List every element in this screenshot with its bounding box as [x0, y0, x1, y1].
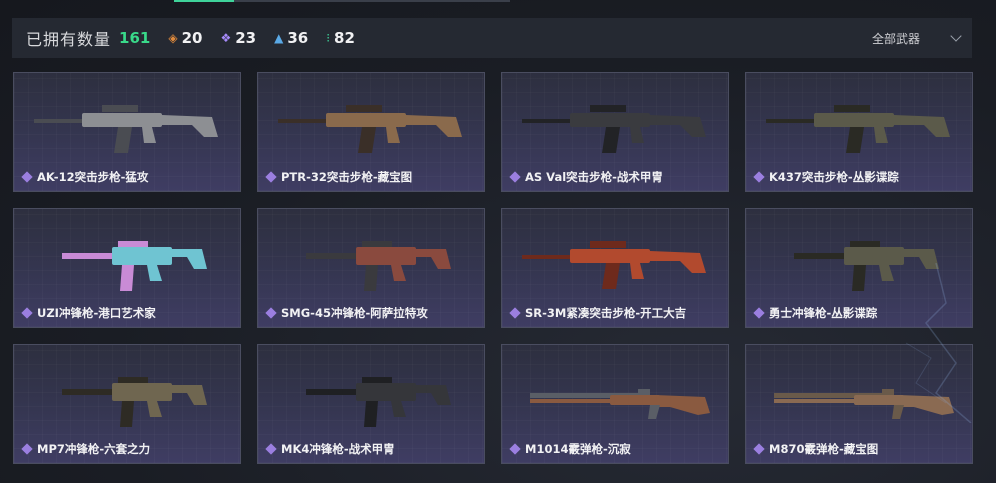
- weapon-label: AS Val突击步枪-战术甲冑: [508, 169, 663, 185]
- weapon-image: [510, 83, 720, 163]
- weapon-name: M1014霰弹枪-沉寂: [525, 442, 631, 456]
- weapon-name: K437突击步枪-丛影谍踪: [769, 170, 899, 184]
- weapon-card[interactable]: PTR-32突击步枪-藏宝图: [257, 72, 485, 192]
- purple-rarity-icon: [21, 307, 33, 319]
- weapon-name: SMG-45冲锋枪-阿萨拉特攻: [281, 306, 428, 320]
- purple-rarity-icon: [753, 171, 765, 183]
- weapon-label: UZI冲锋枪-港口艺术家: [20, 305, 156, 321]
- weapon-collection-page: 已拥有数量 161 ◈ 20 ❖ 23 ▲ 36 ⁝ 82 全部武器 AK-12突击步枪-猛攻…: [0, 0, 996, 483]
- rarity-stat: ◈ 20: [168, 29, 202, 47]
- weapon-image: [510, 355, 720, 435]
- weapon-name: 勇士冲锋枪-丛影谍踪: [769, 306, 878, 320]
- weapon-card[interactable]: MK4冲锋枪-战术甲冑: [257, 344, 485, 464]
- purple-rarity-icon: [509, 171, 521, 183]
- weapon-label: AK-12突击步枪-猛攻: [20, 169, 148, 185]
- purple-rarity-icon: [265, 443, 277, 455]
- weapon-image: [510, 219, 720, 299]
- blue-rarity-icon: ▲: [274, 31, 284, 45]
- weapon-image: [22, 219, 232, 299]
- weapon-card[interactable]: K437突击步枪-丛影谍踪: [745, 72, 973, 192]
- chevron-down-icon: [950, 30, 962, 42]
- purple-rarity-icon: [509, 307, 521, 319]
- weapon-label: 勇士冲锋枪-丛影谍踪: [752, 305, 877, 321]
- weapon-filter-dropdown[interactable]: 全部武器: [871, 18, 962, 58]
- weapon-card[interactable]: M1014霰弹枪-沉寂: [501, 344, 729, 464]
- weapon-name: M870霰弹枪-藏宝图: [769, 442, 879, 456]
- tab-indicator: [174, 0, 510, 2]
- weapon-card[interactable]: AK-12突击步枪-猛攻: [13, 72, 241, 192]
- weapon-image: [266, 219, 476, 299]
- purple-rarity-icon: ❖: [220, 31, 232, 45]
- weapon-name: PTR-32突击步枪-藏宝图: [281, 170, 413, 184]
- weapon-label: SMG-45冲锋枪-阿萨拉特攻: [264, 305, 428, 321]
- rarity-stat: ❖ 23: [220, 29, 256, 47]
- weapon-label: PTR-32突击步枪-藏宝图: [264, 169, 412, 185]
- weapon-card[interactable]: SR-3M紧凑突击步枪-开工大吉: [501, 208, 729, 328]
- purple-rarity-icon: [21, 443, 33, 455]
- weapon-card[interactable]: AS Val突击步枪-战术甲冑: [501, 72, 729, 192]
- rarity-stat-value: 82: [334, 29, 355, 47]
- purple-rarity-icon: [509, 443, 521, 455]
- owned-count-value: 161: [119, 29, 151, 47]
- weapon-image: [266, 83, 476, 163]
- weapon-card[interactable]: MP7冲锋枪-六套之力: [13, 344, 241, 464]
- weapon-name: UZI冲锋枪-港口艺术家: [37, 306, 156, 320]
- weapon-label: MK4冲锋枪-战术甲冑: [264, 441, 395, 457]
- weapon-card[interactable]: M870霰弹枪-藏宝图: [745, 344, 973, 464]
- weapon-image: [22, 355, 232, 435]
- weapon-image: [266, 355, 476, 435]
- rarity-stat-value: 23: [235, 29, 257, 47]
- weapon-name: AK-12突击步枪-猛攻: [37, 170, 149, 184]
- green-rarity-icon: ⁝: [326, 31, 331, 45]
- rarity-stat-value: 20: [181, 29, 203, 47]
- weapon-image: [754, 83, 964, 163]
- weapon-card[interactable]: SMG-45冲锋枪-阿萨拉特攻: [257, 208, 485, 328]
- weapon-image: [754, 355, 964, 435]
- weapon-label: K437突击步枪-丛影谍踪: [752, 169, 899, 185]
- weapon-label: M1014霰弹枪-沉寂: [508, 441, 631, 457]
- weapon-image: [754, 219, 964, 299]
- weapon-label: M870霰弹枪-藏宝图: [752, 441, 878, 457]
- weapon-card[interactable]: UZI冲锋枪-港口艺术家: [13, 208, 241, 328]
- weapon-grid: AK-12突击步枪-猛攻 PTR-32突击步枪-藏宝图 AS Val突击步枪-战术甲…: [13, 72, 973, 464]
- collection-header: 已拥有数量 161 ◈ 20 ❖ 23 ▲ 36 ⁝ 82 全部武器: [12, 18, 972, 58]
- rarity-stat-value: 36: [287, 29, 309, 47]
- purple-rarity-icon: [265, 171, 277, 183]
- weapon-name: MP7冲锋枪-六套之力: [37, 442, 151, 456]
- weapon-name: AS Val突击步枪-战术甲冑: [525, 170, 663, 184]
- purple-rarity-icon: [753, 443, 765, 455]
- weapon-card[interactable]: 勇士冲锋枪-丛影谍踪: [745, 208, 973, 328]
- weapon-filter-label: 全部武器: [871, 31, 920, 46]
- purple-rarity-icon: [21, 171, 33, 183]
- weapon-label: SR-3M紧凑突击步枪-开工大吉: [508, 305, 686, 321]
- purple-rarity-icon: [753, 307, 765, 319]
- purple-rarity-icon: [265, 307, 277, 319]
- weapon-label: MP7冲锋枪-六套之力: [20, 441, 150, 457]
- orange-rarity-icon: ◈: [168, 31, 178, 45]
- weapon-image: [22, 83, 232, 163]
- owned-count-label: 已拥有数量: [26, 30, 112, 49]
- rarity-stat: ⁝ 82: [326, 29, 355, 47]
- rarity-stat: ▲ 36: [274, 29, 308, 47]
- weapon-name: MK4冲锋枪-战术甲冑: [281, 442, 395, 456]
- weapon-name: SR-3M紧凑突击步枪-开工大吉: [525, 306, 687, 320]
